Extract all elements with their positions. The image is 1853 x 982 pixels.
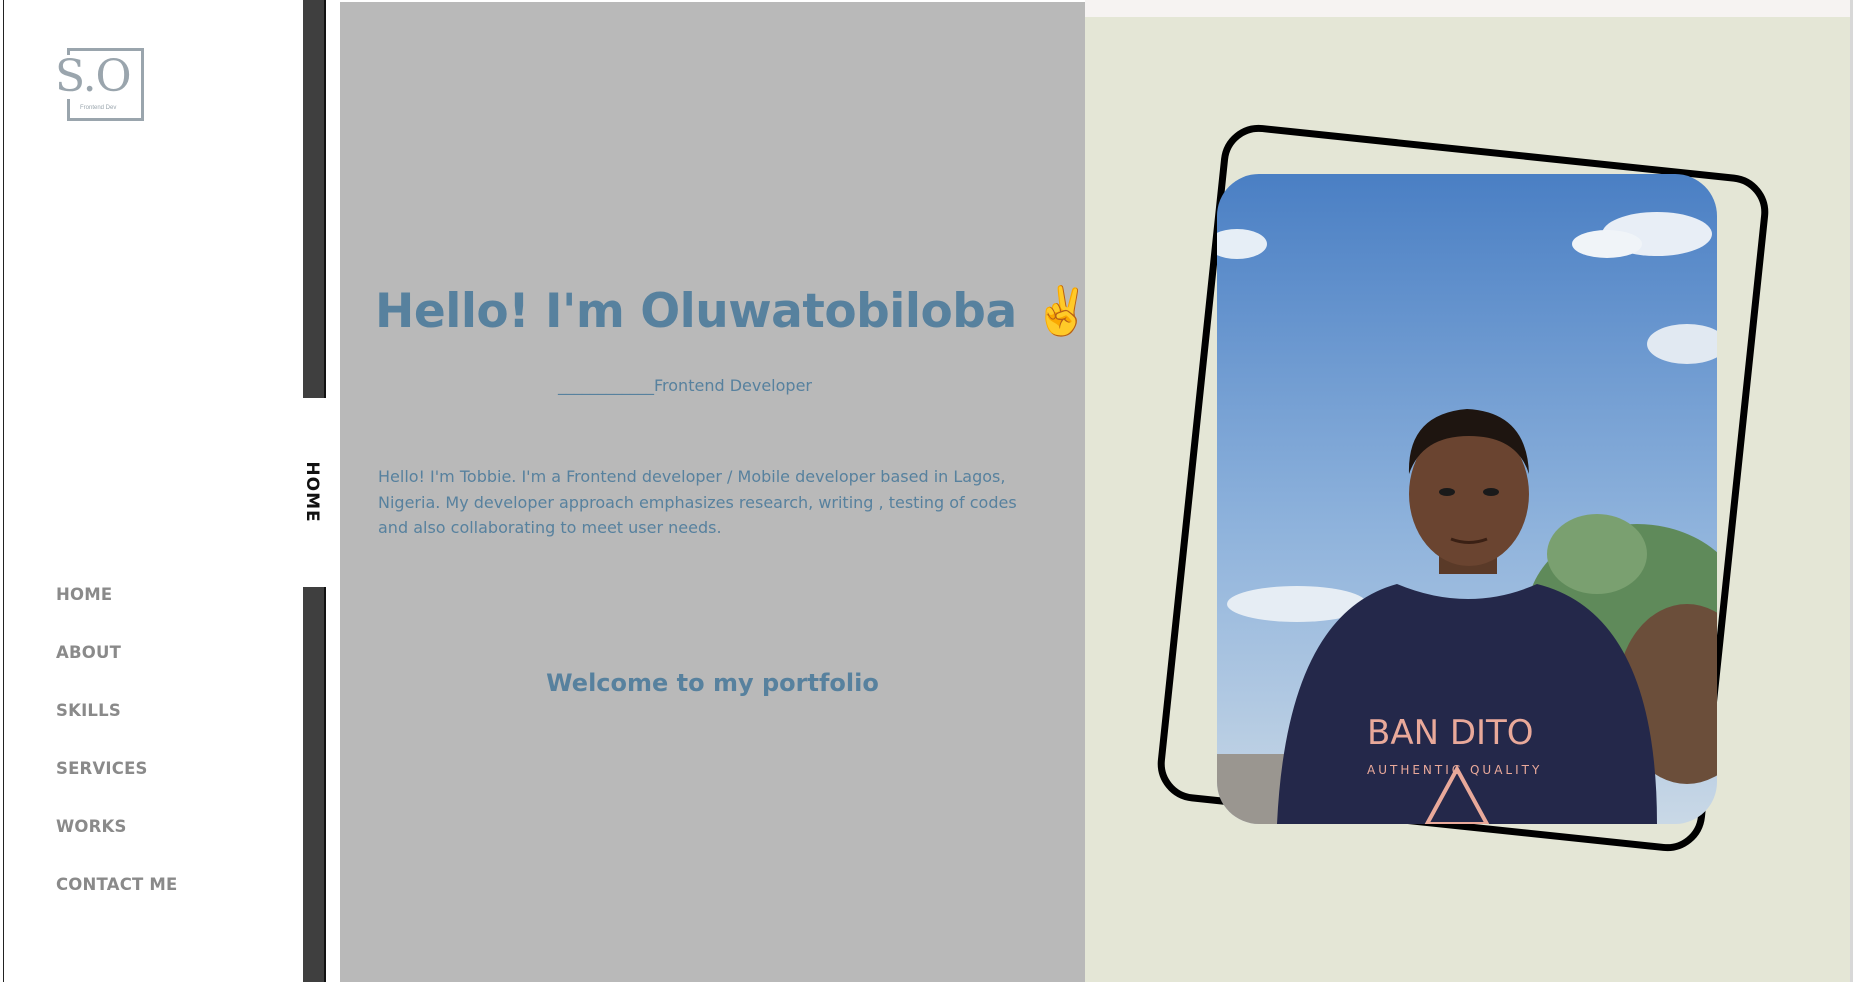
- section-strip-bottom: [303, 587, 324, 982]
- divider: [326, 0, 340, 982]
- hero-bio: Hello! I'm Tobbie. I'm a Frontend develo…: [378, 467, 1017, 537]
- nav-item-home[interactable]: HOME: [56, 585, 178, 643]
- victory-hand-icon: ✌️: [1032, 284, 1092, 339]
- nav-item-services[interactable]: SERVICES: [56, 759, 178, 817]
- logo-letters: S.O: [53, 51, 133, 102]
- logo[interactable]: S.O Frontend Dev: [53, 48, 144, 121]
- welcome-text: Welcome to my portfolio: [546, 669, 879, 697]
- sidebar: S.O Frontend Dev HOME ABOUT SKILLS SERVI…: [3, 0, 304, 982]
- hero-title: Hello! I'm Oluwatobiloba ✌️: [375, 284, 1091, 339]
- nav-item-about[interactable]: ABOUT: [56, 643, 178, 701]
- nav-item-skills[interactable]: SKILLS: [56, 701, 178, 759]
- nav-item-works[interactable]: WORKS: [56, 817, 178, 875]
- hero-greeting: Hello! I'm Oluwatobiloba: [375, 284, 1017, 339]
- hero-section: Hello! I'm Oluwatobiloba ✌️ ____________…: [340, 2, 1091, 982]
- top-bar: [1085, 0, 1853, 17]
- section-strip-top: [303, 0, 324, 398]
- profile-photo: BAN DITO AUTHENTIC QUALITY: [1217, 174, 1717, 824]
- nav-menu: HOME ABOUT SKILLS SERVICES WORKS CONTACT…: [56, 585, 178, 933]
- logo-subtitle: Frontend Dev: [80, 105, 117, 111]
- tab-home-label: HOME: [302, 461, 322, 523]
- shirt-print-1: BAN DITO: [1367, 713, 1534, 753]
- hero-role: ____________Frontend Developer: [558, 376, 812, 395]
- nav-item-contact[interactable]: CONTACT ME: [56, 875, 178, 933]
